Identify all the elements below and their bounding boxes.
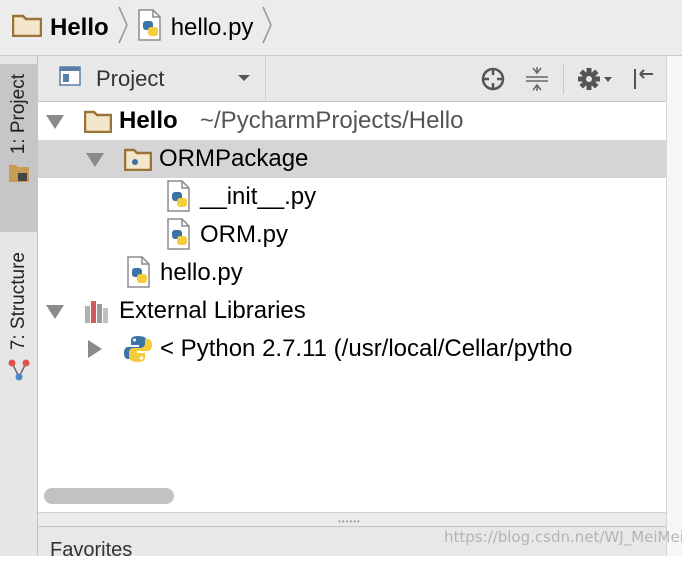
expand-arrow-icon[interactable]: [46, 115, 64, 129]
tree-label: Hello: [119, 107, 178, 134]
toolbar-divider: [563, 63, 564, 94]
breadcrumb-item-hello-py[interactable]: hello.py: [137, 0, 254, 55]
favorites-label[interactable]: Favorites: [50, 539, 132, 562]
folder-icon: [83, 109, 113, 138]
breadcrumb-label: Hello: [50, 13, 109, 41]
project-view-dropdown[interactable]: Project: [38, 56, 266, 101]
watermark-text: https://blog.csdn.net/WJ_MeiMei: [444, 528, 682, 546]
expand-arrow-icon[interactable]: [88, 340, 102, 358]
horizontal-scrollbar[interactable]: [44, 488, 174, 504]
tree-row-external-libraries[interactable]: External Libraries: [38, 292, 666, 330]
package-folder-icon: [123, 147, 153, 176]
navigation-breadcrumb: Hello hello.py: [0, 0, 682, 56]
tool-window-strip: 1: Project 7: Structure: [0, 56, 38, 556]
python-file-icon: [166, 218, 192, 255]
tree-row-hello-py[interactable]: hello.py: [38, 254, 666, 292]
expand-arrow-icon[interactable]: [46, 305, 64, 319]
tree-row-init-py[interactable]: __init__.py: [38, 178, 666, 216]
folder-icon: [11, 13, 43, 42]
project-view-icon: [58, 65, 82, 92]
structure-icon: [7, 358, 31, 387]
panel-toolbar: [471, 56, 666, 101]
tree-label: __init__.py: [200, 183, 317, 210]
tree-row-hello[interactable]: Hello ~/PycharmProjects/Hello: [38, 102, 666, 140]
breadcrumb-label: hello.py: [170, 13, 254, 41]
tree-label: ORM.py: [200, 221, 289, 248]
tool-tab-structure[interactable]: 7: Structure: [0, 246, 38, 416]
tree-label: hello.py: [160, 259, 243, 286]
breadcrumb-chevron-icon: [117, 5, 129, 50]
tree-label: < Python 2.7.11 (/usr/local/Cellar/pytho: [160, 335, 573, 362]
project-panel-header: Project: [38, 56, 666, 102]
tree-label: ORMPackage: [159, 145, 309, 172]
python-file-icon: [137, 9, 163, 46]
libraries-icon: [84, 298, 112, 329]
tool-tab-label: 1: Project: [8, 74, 29, 155]
project-view-label: Project: [96, 65, 165, 91]
python-file-icon: [126, 256, 152, 293]
tree-row-orm-py[interactable]: ORM.py: [38, 216, 666, 254]
python-file-icon: [166, 180, 192, 217]
hide-panel-icon[interactable]: [622, 56, 666, 101]
expand-arrow-icon[interactable]: [86, 153, 104, 167]
settings-gear-icon[interactable]: [568, 56, 622, 101]
tree-row-ormpackage[interactable]: ORMPackage: [38, 140, 666, 178]
tree-path-label: ~/PycharmProjects/Hello: [200, 107, 464, 134]
right-edge-border: [666, 56, 682, 556]
tool-tab-project[interactable]: 1: Project: [0, 64, 38, 232]
python-logo-icon: [124, 335, 152, 368]
tool-tab-label: 7: Structure: [8, 252, 29, 351]
locate-target-icon[interactable]: [471, 56, 515, 101]
project-tree: Hello ~/PycharmProjects/Hello ORMPackage…: [38, 102, 666, 512]
grip-dots-icon: ••••••: [338, 517, 361, 526]
dropdown-arrow-icon: [237, 70, 251, 88]
project-folder-icon: [8, 162, 30, 189]
breadcrumb-chevron-icon: [261, 5, 273, 50]
tree-row-python-sdk[interactable]: < Python 2.7.11 (/usr/local/Cellar/pytho: [38, 330, 666, 368]
breadcrumb-item-hello[interactable]: Hello: [11, 0, 109, 55]
tree-label: External Libraries: [119, 297, 306, 324]
collapse-all-icon[interactable]: [515, 56, 559, 101]
panel-split-handle[interactable]: ••••••: [38, 512, 666, 526]
